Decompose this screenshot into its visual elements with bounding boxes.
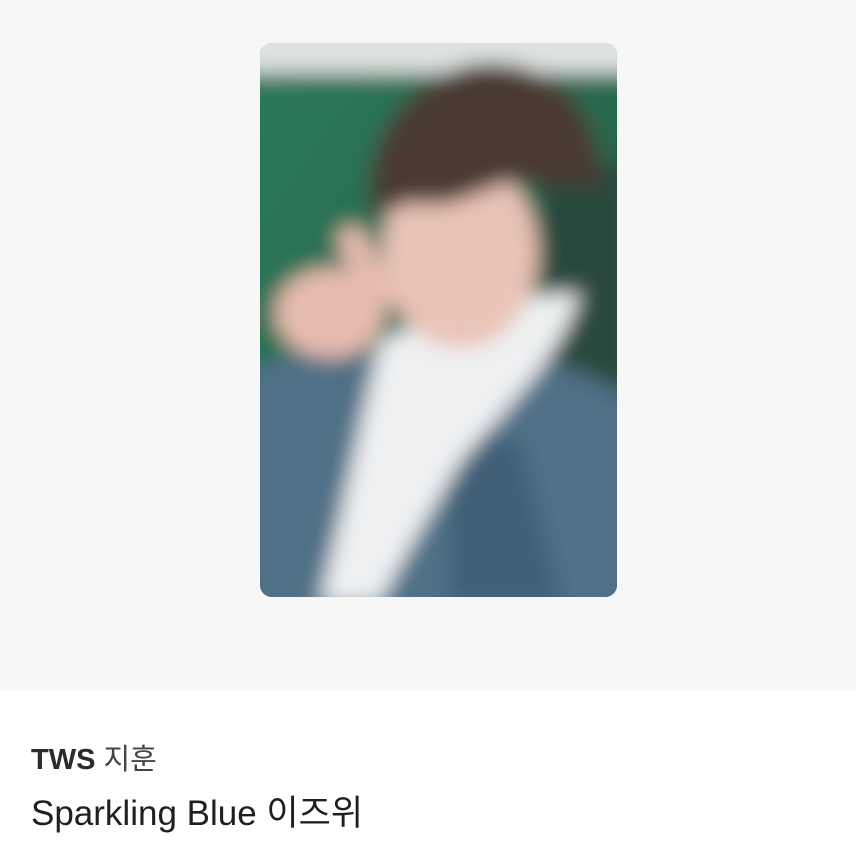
blurred-photo — [260, 43, 617, 597]
group-name: TWS — [31, 744, 96, 776]
photocard-image[interactable] — [260, 43, 617, 597]
artist-line: TWS 지훈 — [31, 742, 157, 778]
product-title: Sparkling Blue 이즈위 — [31, 794, 364, 833]
member-name: 지훈 — [103, 744, 157, 776]
